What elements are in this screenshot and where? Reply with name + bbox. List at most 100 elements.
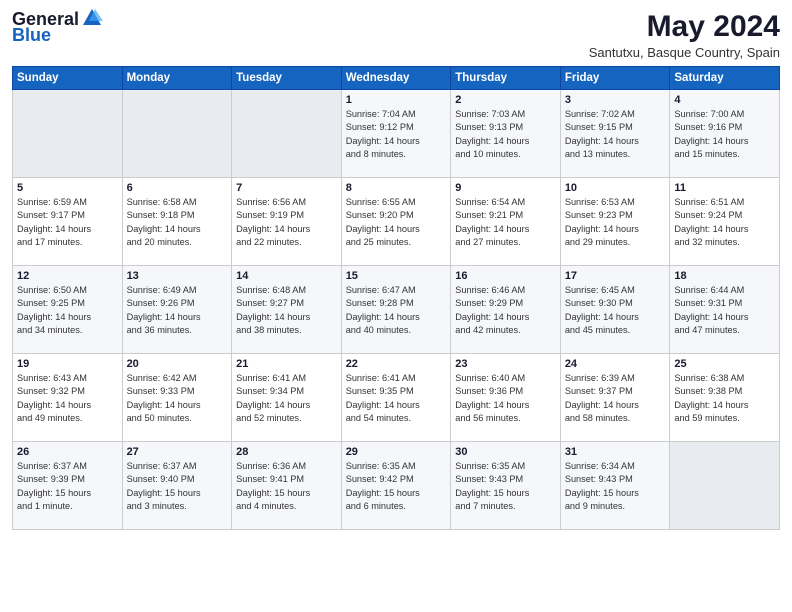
table-row: 29Sunrise: 6:35 AMSunset: 9:42 PMDayligh… <box>341 442 451 530</box>
day-info: Sunrise: 6:47 AMSunset: 9:28 PMDaylight:… <box>346 284 447 337</box>
day-number: 24 <box>565 358 666 370</box>
col-saturday: Saturday <box>670 67 780 90</box>
table-row: 22 Sunrise: 6:41 AMSunset: 9:35 PMDayligh… <box>341 354 451 442</box>
logo: General Blue <box>12 10 103 46</box>
table-row: 1 Sunrise: 7:04 AMSunset: 9:12 PMDaylight… <box>341 90 451 178</box>
day-info: Sunrise: 6:58 AMSunset: 9:18 PMDaylight:… <box>127 196 228 249</box>
day-number: 4 <box>674 94 775 106</box>
table-row: 11 Sunrise: 6:51 AMSunset: 9:24 PMDayligh… <box>670 178 780 266</box>
day-number: 25 <box>674 358 775 370</box>
day-number: 27 <box>127 446 228 458</box>
table-row: 8 Sunrise: 6:55 AMSunset: 9:20 PMDaylight… <box>341 178 451 266</box>
day-number: 14 <box>236 270 337 282</box>
day-info: Sunrise: 7:03 AMSunset: 9:13 PMDaylight:… <box>455 108 556 161</box>
table-row: 7 Sunrise: 6:56 AMSunset: 9:19 PMDaylight… <box>232 178 342 266</box>
table-row: 31 Sunrise: 6:34 AMSunset: 9:43 PMDayligh… <box>560 442 670 530</box>
day-number: 1 <box>346 94 447 106</box>
table-row: 21Sunrise: 6:41 AMSunset: 9:34 PMDayligh… <box>232 354 342 442</box>
col-wednesday: Wednesday <box>341 67 451 90</box>
day-info: Sunrise: 6:49 AMSunset: 9:26 PMDaylight:… <box>127 284 228 337</box>
table-row <box>13 90 123 178</box>
day-number: 17 <box>565 270 666 282</box>
table-row: 4 Sunrise: 7:00 AMSunset: 9:16 PMDaylight… <box>670 90 780 178</box>
day-info: Sunrise: 6:59 AMSunset: 9:17 PMDaylight:… <box>17 196 118 249</box>
day-number: 11 <box>674 182 775 194</box>
day-number: 7 <box>236 182 337 194</box>
day-info: Sunrise: 6:38 AMSunset: 9:38 PMDaylight:… <box>674 372 775 425</box>
day-number: 13 <box>127 270 228 282</box>
col-sunday: Sunday <box>13 67 123 90</box>
day-info: Sunrise: 6:43 AMSunset: 9:32 PMDaylight:… <box>17 372 118 425</box>
calendar-week-row: 26 Sunrise: 6:37 AMSunset: 9:39 PMDayligh… <box>13 442 780 530</box>
day-number: 15 <box>346 270 447 282</box>
col-thursday: Thursday <box>451 67 561 90</box>
table-row: 19 Sunrise: 6:43 AMSunset: 9:32 PMDayligh… <box>13 354 123 442</box>
day-info: Sunrise: 6:44 AMSunset: 9:31 PMDaylight:… <box>674 284 775 337</box>
month-year-title: May 2024 <box>589 10 780 43</box>
day-info: Sunrise: 6:39 AMSunset: 9:37 PMDaylight:… <box>565 372 666 425</box>
col-monday: Monday <box>122 67 232 90</box>
day-info: Sunrise: 6:37 AMSunset: 9:39 PMDaylight:… <box>17 460 118 513</box>
table-row: 30 Sunrise: 6:35 AMSunset: 9:43 PMDayligh… <box>451 442 561 530</box>
day-info: Sunrise: 6:51 AMSunset: 9:24 PMDaylight:… <box>674 196 775 249</box>
table-row <box>232 90 342 178</box>
day-info: Sunrise: 7:04 AMSunset: 9:12 PMDaylight:… <box>346 108 447 161</box>
table-row <box>122 90 232 178</box>
day-number: 2 <box>455 94 556 106</box>
day-number: 9 <box>455 182 556 194</box>
table-row: 6 Sunrise: 6:58 AMSunset: 9:18 PMDaylight… <box>122 178 232 266</box>
table-row: 3 Sunrise: 7:02 AMSunset: 9:15 PMDaylight… <box>560 90 670 178</box>
table-row: 23Sunrise: 6:40 AMSunset: 9:36 PMDayligh… <box>451 354 561 442</box>
table-row: 9 Sunrise: 6:54 AMSunset: 9:21 PMDaylight… <box>451 178 561 266</box>
table-row: 14Sunrise: 6:48 AMSunset: 9:27 PMDayligh… <box>232 266 342 354</box>
table-row: 20 Sunrise: 6:42 AMSunset: 9:33 PMDayligh… <box>122 354 232 442</box>
day-number: 28 <box>236 446 337 458</box>
day-number: 18 <box>674 270 775 282</box>
day-info: Sunrise: 6:54 AMSunset: 9:21 PMDaylight:… <box>455 196 556 249</box>
table-row: 2 Sunrise: 7:03 AMSunset: 9:13 PMDaylight… <box>451 90 561 178</box>
day-info: Sunrise: 6:56 AMSunset: 9:19 PMDaylight:… <box>236 196 337 249</box>
day-number: 22 <box>346 358 447 370</box>
table-row: 15 Sunrise: 6:47 AMSunset: 9:28 PMDayligh… <box>341 266 451 354</box>
day-number: 31 <box>565 446 666 458</box>
table-row: 17 Sunrise: 6:45 AMSunset: 9:30 PMDayligh… <box>560 266 670 354</box>
table-row: 18 Sunrise: 6:44 AMSunset: 9:31 PMDayligh… <box>670 266 780 354</box>
day-number: 19 <box>17 358 118 370</box>
day-info: Sunrise: 6:37 AMSunset: 9:40 PMDaylight:… <box>127 460 228 513</box>
day-number: 16 <box>455 270 556 282</box>
col-friday: Friday <box>560 67 670 90</box>
day-number: 30 <box>455 446 556 458</box>
day-number: 10 <box>565 182 666 194</box>
day-info: Sunrise: 7:00 AMSunset: 9:16 PMDaylight:… <box>674 108 775 161</box>
day-info: Sunrise: 6:34 AMSunset: 9:43 PMDaylight:… <box>565 460 666 513</box>
table-row: 27 Sunrise: 6:37 AMSunset: 9:40 PMDayligh… <box>122 442 232 530</box>
table-row: 5Sunrise: 6:59 AMSunset: 9:17 PMDaylight… <box>13 178 123 266</box>
day-number: 20 <box>127 358 228 370</box>
day-info: Sunrise: 6:35 AMSunset: 9:42 PMDaylight:… <box>346 460 447 513</box>
day-number: 6 <box>127 182 228 194</box>
title-block: May 2024 Santutxu, Basque Country, Spain <box>589 10 780 60</box>
calendar-week-row: 1 Sunrise: 7:04 AMSunset: 9:12 PMDaylight… <box>13 90 780 178</box>
day-number: 26 <box>17 446 118 458</box>
table-row: 24 Sunrise: 6:39 AMSunset: 9:37 PMDayligh… <box>560 354 670 442</box>
day-info: Sunrise: 6:53 AMSunset: 9:23 PMDaylight:… <box>565 196 666 249</box>
calendar-table: Sunday Monday Tuesday Wednesday Thursday… <box>12 66 780 530</box>
day-number: 21 <box>236 358 337 370</box>
day-number: 8 <box>346 182 447 194</box>
table-row: 26 Sunrise: 6:37 AMSunset: 9:39 PMDayligh… <box>13 442 123 530</box>
table-row: 12Sunrise: 6:50 AMSunset: 9:25 PMDayligh… <box>13 266 123 354</box>
day-info: Sunrise: 6:42 AMSunset: 9:33 PMDaylight:… <box>127 372 228 425</box>
table-row <box>670 442 780 530</box>
day-info: Sunrise: 6:55 AMSunset: 9:20 PMDaylight:… <box>346 196 447 249</box>
logo-icon <box>81 7 103 29</box>
calendar-week-row: 12Sunrise: 6:50 AMSunset: 9:25 PMDayligh… <box>13 266 780 354</box>
day-info: Sunrise: 6:36 AMSunset: 9:41 PMDaylight:… <box>236 460 337 513</box>
day-number: 3 <box>565 94 666 106</box>
day-info: Sunrise: 7:02 AMSunset: 9:15 PMDaylight:… <box>565 108 666 161</box>
logo-blue: Blue <box>12 26 51 46</box>
day-info: Sunrise: 6:41 AMSunset: 9:35 PMDaylight:… <box>346 372 447 425</box>
day-info: Sunrise: 6:45 AMSunset: 9:30 PMDaylight:… <box>565 284 666 337</box>
calendar-header-row: Sunday Monday Tuesday Wednesday Thursday… <box>13 67 780 90</box>
table-row: 13 Sunrise: 6:49 AMSunset: 9:26 PMDayligh… <box>122 266 232 354</box>
day-info: Sunrise: 6:35 AMSunset: 9:43 PMDaylight:… <box>455 460 556 513</box>
